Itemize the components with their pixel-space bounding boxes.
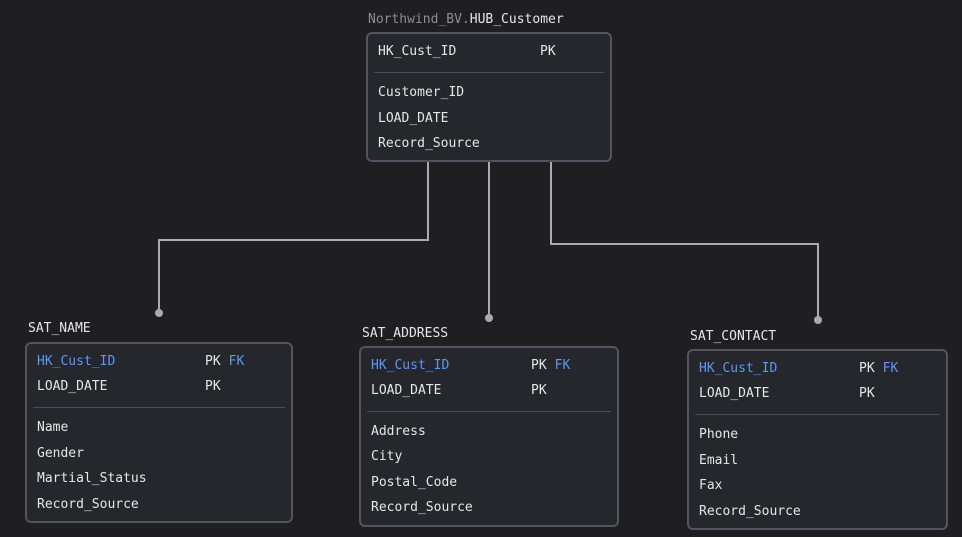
sat-address-column-row[interactable]: Postal_Code bbox=[371, 474, 457, 492]
sat-contact-column-row[interactable]: Email bbox=[699, 452, 738, 470]
sat-name-key-row[interactable]: HK_Cust_ID PK FK bbox=[37, 353, 244, 371]
primary-key-flag: PK bbox=[531, 383, 547, 398]
column-name: Record_Source bbox=[371, 500, 473, 515]
connector-end-sat-contact bbox=[814, 316, 822, 324]
column-name: LOAD_DATE bbox=[37, 379, 108, 394]
column-name: Record_Source bbox=[699, 504, 801, 519]
sat-name-column-row[interactable]: Name bbox=[37, 419, 68, 437]
hub-customer-title: Northwind_BV.HUB_Customer bbox=[368, 12, 564, 28]
column-name: Address bbox=[371, 424, 426, 439]
column-name: Customer_ID bbox=[378, 85, 465, 100]
hub-table-name: HUB_Customer bbox=[469, 12, 564, 27]
primary-key-flag: PK bbox=[859, 386, 875, 401]
hub-customer-table[interactable]: HK_Cust_ID PK Customer_ID LOAD_DATE Reco… bbox=[366, 32, 612, 162]
column-name: Email bbox=[699, 453, 739, 468]
sat-address-key-row[interactable]: LOAD_DATE PK bbox=[371, 382, 547, 400]
column-name: Record_Source bbox=[378, 136, 480, 151]
column-name: Record_Source bbox=[37, 497, 139, 512]
foreign-key-flag: FK bbox=[228, 354, 245, 369]
column-name: Phone bbox=[699, 427, 739, 442]
key-divider bbox=[33, 407, 285, 408]
sat-contact-table[interactable]: HK_Cust_ID PK FK LOAD_DATE PK Phone Email… bbox=[687, 349, 948, 530]
foreign-key-flag: FK bbox=[882, 361, 899, 376]
hub-key-row[interactable]: HK_Cust_ID PK bbox=[378, 43, 556, 61]
column-name: HK_Cust_ID bbox=[699, 361, 778, 376]
hub-column-row[interactable]: LOAD_DATE bbox=[378, 110, 448, 128]
sat-contact-key-row[interactable]: LOAD_DATE PK bbox=[699, 385, 875, 403]
sat-name-table[interactable]: HK_Cust_ID PK FK LOAD_DATE PK Name Gender… bbox=[25, 342, 293, 523]
column-name: City bbox=[371, 449, 403, 464]
primary-key-flag: PK bbox=[205, 379, 221, 394]
sat-contact-column-row[interactable]: Record_Source bbox=[699, 503, 801, 521]
sat-address-column-row[interactable]: City bbox=[371, 448, 402, 466]
primary-key-flag: PK bbox=[205, 354, 221, 369]
sat-address-title: SAT_ADDRESS bbox=[362, 326, 449, 341]
foreign-key-flag: FK bbox=[554, 358, 571, 373]
sat-address-key-row[interactable]: HK_Cust_ID PK FK bbox=[371, 357, 570, 375]
sat-address-table[interactable]: HK_Cust_ID PK FK LOAD_DATE PK Address Cit… bbox=[359, 346, 619, 527]
sat-address-column-row[interactable]: Address bbox=[371, 423, 426, 441]
primary-key-flag: PK bbox=[540, 44, 556, 59]
sat-name-key-row[interactable]: LOAD_DATE PK bbox=[37, 378, 221, 396]
sat-contact-key-row[interactable]: HK_Cust_ID PK FK bbox=[699, 360, 898, 378]
column-name: Fax bbox=[699, 478, 723, 493]
column-name: Postal_Code bbox=[371, 475, 458, 490]
sat-name-column-row[interactable]: Martial_Status bbox=[37, 470, 147, 488]
sat-name-title: SAT_NAME bbox=[28, 321, 91, 336]
column-name: HK_Cust_ID bbox=[371, 358, 450, 373]
sat-address-column-row[interactable]: Record_Source bbox=[371, 499, 473, 517]
sat-contact-column-row[interactable]: Phone bbox=[699, 426, 738, 444]
column-name: LOAD_DATE bbox=[378, 111, 449, 126]
column-name: Gender bbox=[37, 446, 84, 461]
column-name: HK_Cust_ID bbox=[378, 44, 457, 59]
connector-hub-to-sat-name bbox=[158, 162, 429, 313]
column-name: HK_Cust_ID bbox=[37, 354, 116, 369]
primary-key-flag: PK bbox=[531, 358, 547, 373]
sat-contact-title: SAT_CONTACT bbox=[690, 329, 777, 344]
sat-name-column-row[interactable]: Gender bbox=[37, 445, 84, 463]
sat-name-column-row[interactable]: Record_Source bbox=[37, 496, 139, 514]
column-name: LOAD_DATE bbox=[371, 383, 442, 398]
connector-end-sat-name bbox=[155, 309, 163, 317]
primary-key-flag: PK bbox=[859, 361, 875, 376]
hub-column-row[interactable]: Record_Source bbox=[378, 135, 480, 153]
connector-hub-to-sat-contact bbox=[550, 162, 819, 320]
key-divider bbox=[374, 72, 604, 73]
key-divider bbox=[695, 414, 940, 415]
key-divider bbox=[367, 411, 611, 412]
hub-column-row[interactable]: Customer_ID bbox=[378, 84, 464, 102]
hub-schema-prefix: Northwind_BV. bbox=[368, 12, 470, 27]
column-name: Name bbox=[37, 420, 69, 435]
column-name: LOAD_DATE bbox=[699, 386, 770, 401]
connector-end-sat-address bbox=[485, 314, 493, 322]
sat-contact-column-row[interactable]: Fax bbox=[699, 477, 722, 495]
column-name: Martial_Status bbox=[37, 471, 147, 486]
